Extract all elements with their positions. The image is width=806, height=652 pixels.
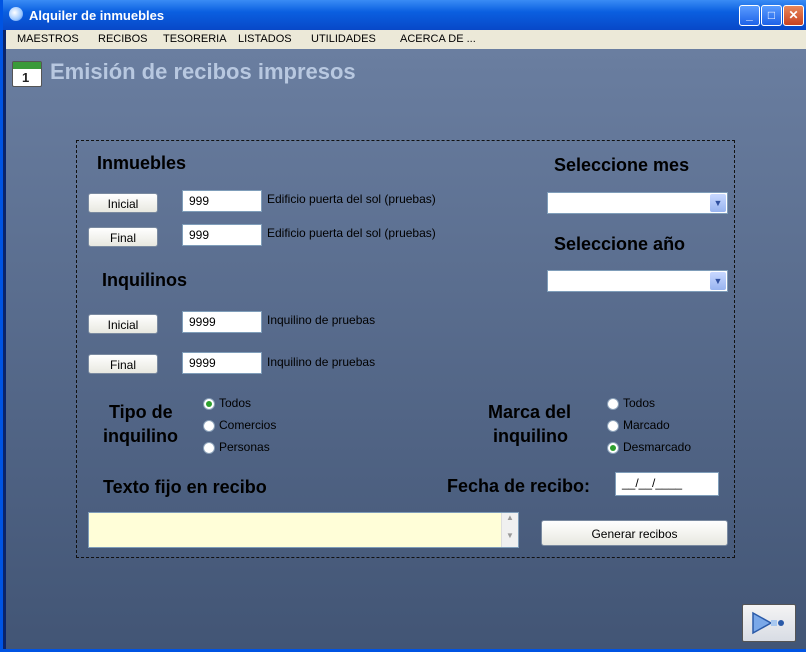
inmueble-inicial-field[interactable]: 999 bbox=[182, 190, 262, 212]
menu-utilidades[interactable]: UTILIDADES bbox=[311, 33, 376, 45]
menu-maestros[interactable]: MAESTROS bbox=[17, 33, 79, 45]
marca-option-todos: Todos bbox=[623, 396, 656, 410]
chevron-down-icon[interactable]: ▼ bbox=[710, 272, 726, 290]
tipo-option-todos: Todos bbox=[219, 396, 252, 410]
inquilino-inicial-description: Inquilino de pruebas bbox=[267, 313, 376, 327]
inquilino-inicial-field[interactable]: 9999 bbox=[182, 311, 262, 333]
app-icon bbox=[9, 7, 23, 21]
inquilino-final-description: Inquilino de pruebas bbox=[267, 355, 376, 369]
marca-radio-marcado[interactable] bbox=[607, 420, 619, 432]
inmuebles-heading: Inmuebles bbox=[97, 153, 187, 173]
inmueble-final-field[interactable]: 999 bbox=[182, 224, 262, 246]
inmueble-inicial-button[interactable]: Inicial bbox=[88, 193, 158, 213]
fecha-recibo-field[interactable]: __/__/____ bbox=[615, 472, 719, 496]
maximize-button[interactable]: □ bbox=[761, 5, 782, 26]
menu-recibos[interactable]: RECIBOS bbox=[98, 33, 148, 45]
calendar-icon: 1 bbox=[12, 61, 42, 87]
mes-select[interactable]: ▼ bbox=[547, 192, 728, 214]
tipo-label-line1: Tipo de bbox=[109, 402, 173, 422]
tipo-option-comercios: Comercios bbox=[219, 418, 277, 432]
inquilino-final-button[interactable]: Final bbox=[88, 354, 158, 374]
menu-tesoreria[interactable]: TESORERIA bbox=[163, 33, 227, 45]
close-button[interactable]: ✕ bbox=[783, 5, 804, 26]
marca-label-line2: inquilino bbox=[493, 426, 568, 446]
tipo-radio-todos[interactable] bbox=[203, 398, 215, 410]
marca-option-desmarcado: Desmarcado bbox=[623, 440, 692, 454]
exit-button[interactable] bbox=[742, 604, 796, 642]
generar-recibos-button[interactable]: Generar recibos bbox=[541, 520, 728, 546]
inmueble-final-button[interactable]: Final bbox=[88, 227, 158, 247]
anio-select[interactable]: ▼ bbox=[547, 270, 728, 292]
marca-option-marcado: Marcado bbox=[623, 418, 670, 432]
mes-label: Seleccione mes bbox=[554, 155, 690, 175]
minimize-button[interactable]: _ bbox=[739, 5, 760, 26]
inmueble-final-description: Edificio puerta del sol (pruebas) bbox=[267, 226, 436, 240]
inquilinos-heading: Inquilinos bbox=[102, 270, 187, 290]
client-area: 1 Emisión de recibos impresos Inmuebles … bbox=[6, 49, 806, 649]
tipo-radio-personas[interactable] bbox=[203, 442, 215, 454]
anio-label: Seleccione año bbox=[554, 234, 686, 254]
inquilino-inicial-button[interactable]: Inicial bbox=[88, 314, 158, 334]
page-title: Emisión de recibos impresos bbox=[50, 59, 356, 84]
title-bar[interactable]: Alquiler de inmuebles _ □ ✕ bbox=[3, 0, 806, 30]
texto-fijo-label: Texto fijo en recibo bbox=[103, 477, 267, 497]
exit-arrow-icon bbox=[752, 611, 784, 635]
menu-bar: MAESTROS RECIBOS TESORERIA LISTADOS UTIL… bbox=[6, 30, 806, 49]
tipo-radio-comercios[interactable] bbox=[203, 420, 215, 432]
tipo-option-personas: Personas bbox=[219, 440, 270, 454]
textarea-scrollbar[interactable]: ▲ ▼ bbox=[501, 513, 518, 547]
chevron-down-icon[interactable]: ▼ bbox=[710, 194, 726, 212]
marca-label-line1: Marca del bbox=[488, 402, 572, 422]
form-panel: Inmuebles Inicial 999 Edificio puerta de… bbox=[76, 140, 735, 558]
app-window: Alquiler de inmuebles _ □ ✕ MAESTROS REC… bbox=[0, 0, 806, 652]
marca-radio-desmarcado[interactable] bbox=[607, 442, 619, 454]
inquilino-final-field[interactable]: 9999 bbox=[182, 352, 262, 374]
menu-acerca-de[interactable]: ACERCA DE ... bbox=[400, 33, 476, 45]
fecha-label: Fecha de recibo: bbox=[447, 476, 591, 496]
marca-radio-todos[interactable] bbox=[607, 398, 619, 410]
texto-fijo-textarea[interactable]: ▲ ▼ bbox=[88, 512, 519, 548]
window-title: Alquiler de inmuebles bbox=[29, 8, 165, 23]
inmueble-inicial-description: Edificio puerta del sol (pruebas) bbox=[267, 192, 436, 206]
menu-listados[interactable]: LISTADOS bbox=[238, 33, 292, 45]
tipo-label-line2: inquilino bbox=[103, 426, 178, 446]
